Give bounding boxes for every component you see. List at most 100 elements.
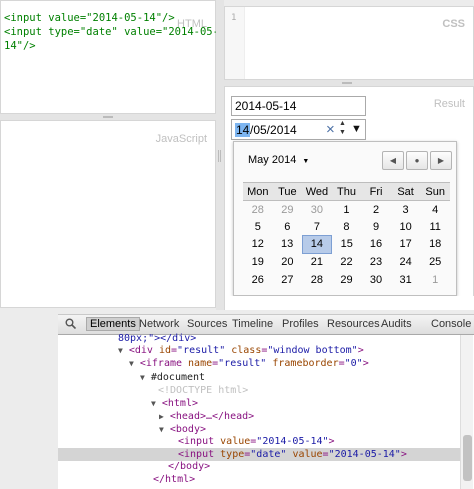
dom-line-iframe[interactable]: ▼ <iframe name="result" frameborder="0"> <box>129 358 369 370</box>
tab-elements[interactable]: Elements <box>86 317 140 331</box>
tab-audits[interactable]: Audits <box>381 318 412 330</box>
js-panel-label: JavaScript <box>155 133 207 145</box>
spin-up-icon[interactable]: ▲ <box>339 120 346 127</box>
calendar-day[interactable]: 17 <box>391 236 421 254</box>
prev-month-icon: ◀ <box>389 156 397 165</box>
dom-tag: <head>…</head> <box>169 411 255 422</box>
dom-line-head[interactable]: ▶ <head>…</head> <box>159 411 254 423</box>
calendar-week-row: 5 6 7 8 9 10 11 <box>243 218 450 236</box>
calendar-day[interactable]: 13 <box>273 236 303 254</box>
divider-grip <box>342 82 352 84</box>
dom-line-body-close[interactable]: </body> <box>168 461 210 473</box>
calendar-day[interactable]: 25 <box>420 253 450 271</box>
expand-arrow-icon[interactable]: ▼ <box>129 359 134 368</box>
scrollbar-thumb[interactable] <box>463 435 472 481</box>
tab-sources[interactable]: Sources <box>187 318 227 330</box>
js-panel[interactable]: JavaScript <box>0 120 216 308</box>
weekday-header: Fri <box>361 182 391 201</box>
dom-line-html-close[interactable]: </html> <box>153 474 195 486</box>
vertical-divider[interactable] <box>216 0 224 310</box>
dom-line-input-text[interactable]: <input value="2014-05-14"> <box>178 436 335 448</box>
calendar-day[interactable]: 22 <box>332 253 362 271</box>
html-code-line-1[interactable]: <input value="2014-05-14"/> <box>4 11 175 25</box>
tab-network[interactable]: Network <box>139 318 179 330</box>
search-icon[interactable] <box>65 318 77 330</box>
spin-down-icon[interactable]: ▼ <box>339 129 346 136</box>
calendar-day[interactable]: 3 <box>391 201 421 219</box>
calendar-day[interactable]: 24 <box>391 253 421 271</box>
calendar-day[interactable]: 16 <box>361 236 391 254</box>
calendar-day[interactable]: 1 <box>332 201 362 219</box>
dom-line-input-date[interactable]: <input type="date" value="2014-05-14"> <box>178 449 407 461</box>
dom-line-div-result[interactable]: ▼ <div id="result" class="window bottom"… <box>118 345 364 357</box>
calendar-day[interactable]: 1 <box>420 271 450 289</box>
calendar-day[interactable]: 21 <box>302 253 332 271</box>
calendar-day[interactable]: 30 <box>302 201 332 219</box>
calendar-day[interactable]: 9 <box>361 218 391 236</box>
text-input-value: 2014-05-14 <box>235 99 297 113</box>
text-input[interactable]: 2014-05-14 <box>231 96 366 116</box>
expand-arrow-icon[interactable]: ▼ <box>151 399 156 408</box>
calendar-day[interactable]: 7 <box>302 218 332 236</box>
calendar-day[interactable]: 6 <box>273 218 303 236</box>
date-day-segment[interactable]: 14 <box>235 123 251 137</box>
expand-arrow-icon[interactable]: ▼ <box>118 346 123 355</box>
calendar-day[interactable]: 30 <box>361 271 391 289</box>
vertical-divider-grip <box>218 150 221 162</box>
tab-profiles[interactable]: Profiles <box>282 318 319 330</box>
calendar-day[interactable]: 28 <box>302 271 332 289</box>
expand-arrow-icon[interactable]: ▼ <box>159 425 164 434</box>
next-month-button[interactable]: ▶ <box>430 151 452 170</box>
calendar-day[interactable]: 11 <box>420 218 450 236</box>
tab-timeline[interactable]: Timeline <box>232 318 273 330</box>
calendar-day[interactable]: 19 <box>243 253 273 271</box>
dom-value: "result" <box>218 358 267 369</box>
calendar-day[interactable]: 28 <box>243 201 273 219</box>
html-code-text-1: <input value="2014-05-14"/> <box>4 12 175 24</box>
collapse-arrow-icon[interactable]: ▶ <box>159 412 164 421</box>
date-input[interactable]: 14 /05/2014 × ▲ ▼ ▼ <box>231 119 366 140</box>
calendar-day[interactable]: 26 <box>243 271 273 289</box>
dom-line-div-close[interactable]: 80px;"></div> <box>118 333 196 345</box>
calendar-day[interactable]: 20 <box>273 253 303 271</box>
calendar-day[interactable]: 23 <box>361 253 391 271</box>
month-year-selector[interactable]: May 2014 ▼ <box>248 154 309 166</box>
prev-month-button[interactable]: ◀ <box>382 151 404 170</box>
calendar-day[interactable]: 31 <box>391 271 421 289</box>
dom-tag: <body> <box>169 424 206 435</box>
calendar-grid: Mon Tue Wed Thu Fri Sat Sun 28 29 30 1 2 3 4 5 6 7 8 9 10 1… <box>243 182 450 288</box>
dom-attr: frameborder <box>272 358 339 369</box>
html-panel[interactable]: <input value="2014-05-14"/> <input type=… <box>0 0 219 114</box>
calendar-day[interactable]: 2 <box>361 201 391 219</box>
calendar-day[interactable]: 5 <box>243 218 273 236</box>
calendar-day[interactable]: 29 <box>332 271 362 289</box>
dom-line-document[interactable]: ▼ #document <box>140 372 205 384</box>
dom-line-body[interactable]: ▼ <body> <box>159 424 206 436</box>
tab-console[interactable]: Console <box>431 318 471 330</box>
calendar-day[interactable]: 4 <box>420 201 450 219</box>
dom-attr: class <box>231 345 262 356</box>
css-panel[interactable]: 1 CSS <box>224 6 474 80</box>
calendar-day[interactable]: 27 <box>273 271 303 289</box>
calendar-dropdown-icon[interactable]: ▼ <box>351 123 362 135</box>
tab-resources[interactable]: Resources <box>327 318 380 330</box>
calendar-day[interactable]: 10 <box>391 218 421 236</box>
html-code-line-3[interactable]: 14"/> <box>4 39 36 53</box>
calendar-day-selected[interactable]: 14 <box>301 235 333 254</box>
calendar-day[interactable]: 15 <box>332 236 362 254</box>
weekday-header: Mon <box>243 182 273 201</box>
calendar-day[interactable]: 12 <box>243 236 273 254</box>
dom-value: "2014-05-14" <box>328 449 401 460</box>
dom-line-doctype[interactable]: <!DOCTYPE html> <box>158 385 248 397</box>
clear-icon[interactable]: × <box>326 121 335 138</box>
expand-arrow-icon[interactable]: ▼ <box>140 373 145 382</box>
calendar-day[interactable]: 29 <box>273 201 303 219</box>
dom-line-html[interactable]: ▼ <html> <box>151 398 198 410</box>
elements-scrollbar[interactable] <box>460 335 473 489</box>
today-button[interactable]: ● <box>406 151 428 170</box>
dom-attr: name <box>188 358 213 369</box>
css-panel-label: CSS <box>442 18 465 30</box>
date-rest-segment[interactable]: /05/2014 <box>250 123 297 137</box>
calendar-day[interactable]: 18 <box>420 236 450 254</box>
calendar-day[interactable]: 8 <box>332 218 362 236</box>
